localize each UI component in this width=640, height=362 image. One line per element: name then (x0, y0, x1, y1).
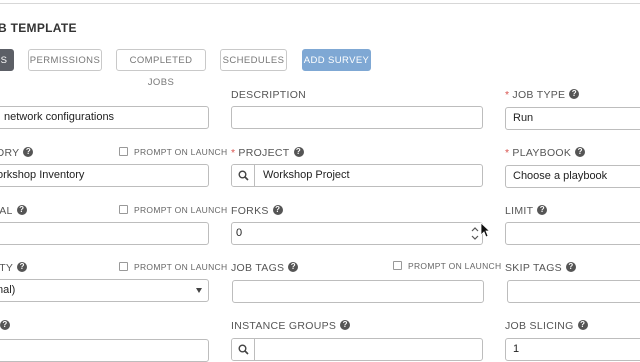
question-circle-icon[interactable]: ? (565, 262, 576, 273)
inventory-prompt-on-launch[interactable]: PROMPT ON LAUNCH (119, 147, 227, 157)
name-input[interactable]: network configurations (0, 106, 209, 129)
prompt-checkbox[interactable] (119, 147, 128, 157)
instance-groups-label: INSTANCE GROUPS? (231, 320, 351, 332)
skip-tags-label: SKIP TAGS? (505, 262, 576, 274)
tab-details[interactable]: S (0, 49, 14, 71)
question-circle-icon[interactable]: ? (575, 147, 586, 158)
credential-label: IAL? (0, 205, 27, 217)
project-label: * PROJECT? (231, 147, 304, 159)
job-tags-prompt-on-launch[interactable]: PROMPT ON LAUNCH (393, 261, 501, 271)
job-slicing-input[interactable]: 1 (505, 338, 640, 361)
number-spinner-icon[interactable] (470, 224, 480, 243)
credential-input[interactable] (0, 222, 209, 245)
job-tags-label: JOB TAGS? (231, 262, 299, 274)
project-value: Workshop Project (263, 169, 350, 181)
question-circle-icon[interactable]: ? (16, 205, 27, 216)
verbosity-select[interactable]: nal) (0, 279, 209, 302)
credential-prompt-on-launch[interactable]: PROMPT ON LAUNCH (119, 205, 227, 215)
verbosity-value: nal) (0, 284, 16, 296)
description-label: DESCRIPTION (231, 89, 307, 101)
question-circle-icon[interactable]: ? (537, 205, 548, 216)
job-type-label: * JOB TYPE? (505, 89, 580, 101)
forks-label: FORKS? (231, 205, 283, 217)
search-icon[interactable] (232, 165, 255, 186)
limit-label: LIMIT? (505, 205, 548, 217)
instance-groups-lookup[interactable] (231, 338, 483, 361)
question-circle-icon[interactable]: ? (577, 320, 588, 331)
question-circle-icon[interactable]: ? (293, 147, 304, 158)
tab-permissions[interactable]: PERMISSIONS (28, 49, 102, 71)
mouse-pointer-icon (480, 222, 490, 238)
inventory-input[interactable]: orkshop Inventory (0, 164, 209, 187)
description-input[interactable] (231, 106, 483, 129)
question-circle-icon[interactable]: ? (23, 147, 34, 158)
prompt-checkbox[interactable] (393, 261, 402, 271)
inventory-label: ORY? (0, 147, 34, 159)
question-circle-icon[interactable]: ? (0, 320, 10, 331)
prompt-checkbox[interactable] (119, 205, 128, 215)
search-icon[interactable] (232, 339, 255, 360)
row5-left-input[interactable] (0, 339, 209, 362)
add-survey-button[interactable]: ADD SURVEY (302, 49, 371, 71)
top-divider (0, 3, 640, 4)
question-circle-icon[interactable]: ? (272, 205, 283, 216)
skip-tags-input[interactable] (507, 280, 640, 303)
verbosity-label: ITY? (0, 262, 28, 274)
question-circle-icon[interactable]: ? (569, 89, 580, 100)
prompt-checkbox[interactable] (119, 262, 128, 272)
question-circle-icon[interactable]: ? (288, 262, 299, 273)
playbook-label: * PLAYBOOK? (505, 147, 586, 159)
tab-schedules[interactable]: SCHEDULES (220, 49, 287, 71)
job-tags-input[interactable] (232, 280, 484, 303)
question-circle-icon[interactable]: ? (17, 262, 28, 273)
job-type-select[interactable]: Run (505, 107, 640, 130)
forks-value: 0 (236, 227, 243, 239)
forks-input[interactable]: 0 (231, 222, 483, 245)
chevron-down-icon (196, 288, 202, 293)
playbook-select[interactable]: Choose a playbook (505, 165, 640, 188)
instance-groups-value (255, 339, 482, 360)
page-title: B TEMPLATE (0, 21, 77, 35)
verbosity-prompt-on-launch[interactable]: PROMPT ON LAUNCH (119, 262, 227, 272)
tab-completed-jobs[interactable]: COMPLETED JOBS (116, 49, 206, 88)
row5-left-label: ? (0, 320, 10, 332)
project-lookup[interactable]: Workshop Project (231, 164, 483, 187)
job-slicing-label: JOB SLICING? (505, 320, 588, 332)
question-circle-icon[interactable]: ? (340, 320, 351, 331)
limit-input[interactable] (505, 222, 640, 245)
